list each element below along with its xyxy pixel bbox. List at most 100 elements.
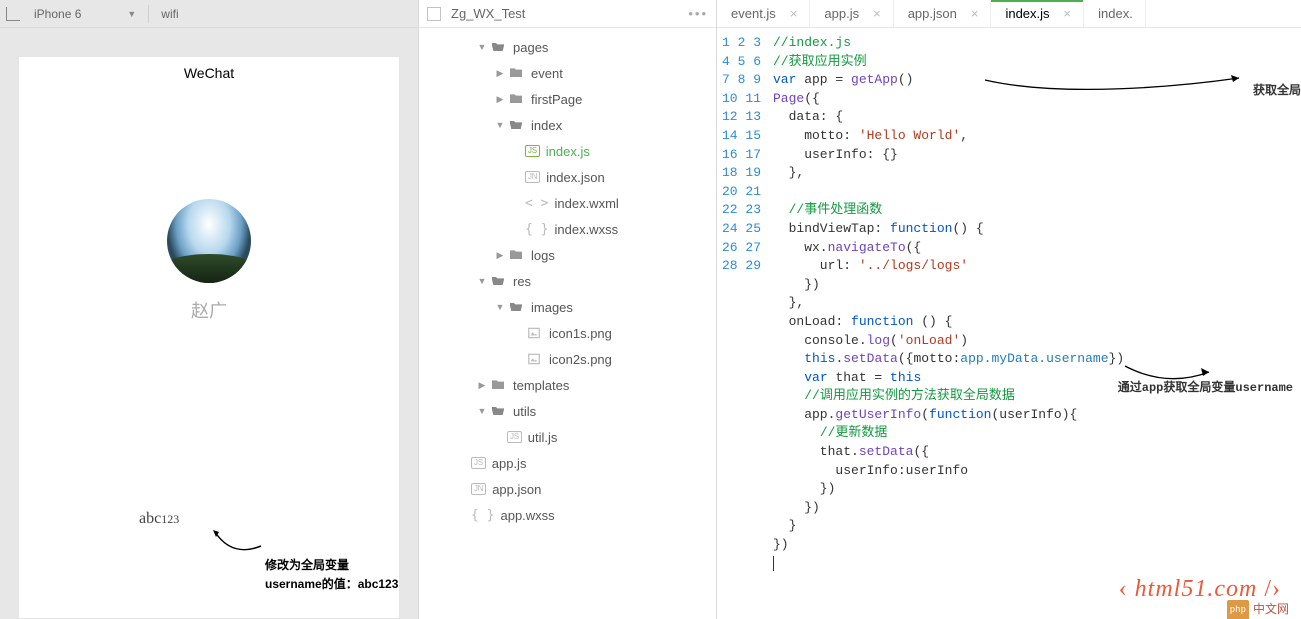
folder-node[interactable]: ▼ pages bbox=[419, 34, 716, 60]
twisty-icon[interactable]: ▼ bbox=[475, 276, 489, 286]
twisty-icon[interactable]: ▶ bbox=[493, 250, 507, 261]
node-label: res bbox=[513, 274, 531, 289]
explorer-header: Zg_WX_Test ••• bbox=[419, 0, 716, 28]
folder-open-icon bbox=[507, 298, 525, 316]
chevron-down-icon: ▼ bbox=[127, 9, 136, 19]
tab-label: index.js bbox=[1005, 6, 1049, 21]
node-label: index bbox=[531, 118, 562, 133]
network-select[interactable]: wifi bbox=[153, 5, 186, 23]
folder-icon bbox=[507, 246, 525, 264]
node-label: app.wxss bbox=[500, 508, 554, 523]
tab-label: app.js bbox=[824, 6, 859, 21]
phone-preview: WeChat 赵广 abc123 修改为全局变量username的值：abc12… bbox=[18, 56, 400, 619]
wxss-icon: { } bbox=[525, 222, 548, 237]
folder-icon bbox=[507, 90, 525, 108]
close-icon[interactable]: × bbox=[1064, 6, 1072, 21]
code-area[interactable]: 1 2 3 4 5 6 7 8 9 10 11 12 13 14 15 16 1… bbox=[717, 28, 1301, 619]
file-node[interactable]: JS app.js bbox=[419, 450, 716, 476]
simulator-panel: iPhone 6 ▼ wifi WeChat 赵广 abc123 修改为全局变量… bbox=[0, 0, 419, 619]
nickname: 赵广 bbox=[19, 297, 399, 323]
twisty-icon[interactable]: ▶ bbox=[493, 68, 507, 79]
editor-tab[interactable]: app.json× bbox=[894, 0, 992, 27]
twisty-icon[interactable]: ▼ bbox=[493, 302, 507, 312]
folder-node[interactable]: ▶ event bbox=[419, 60, 716, 86]
node-label: util.js bbox=[528, 430, 558, 445]
editor-tab[interactable]: event.js × bbox=[717, 0, 810, 27]
separator bbox=[148, 5, 149, 23]
node-label: firstPage bbox=[531, 92, 582, 107]
network-label: wifi bbox=[161, 7, 178, 21]
folder-node[interactable]: ▶ templates bbox=[419, 372, 716, 398]
app-title: WeChat bbox=[19, 57, 399, 89]
close-icon[interactable]: × bbox=[790, 6, 798, 21]
node-label: event bbox=[531, 66, 563, 81]
folder-node[interactable]: ▼ res bbox=[419, 268, 716, 294]
twisty-icon[interactable]: ▶ bbox=[493, 94, 507, 105]
code-lines[interactable]: //index.js //获取应用实例 var app = getApp() P… bbox=[773, 34, 1301, 573]
device-select[interactable]: iPhone 6 ▼ bbox=[26, 5, 144, 23]
file-badge-icon: JS bbox=[525, 145, 540, 157]
twisty-icon[interactable]: ▼ bbox=[475, 406, 489, 416]
file-badge-icon: JN bbox=[525, 171, 540, 183]
node-label: logs bbox=[531, 248, 555, 263]
annotation-arrow-icon bbox=[983, 72, 1243, 96]
file-node[interactable]: JN index.json bbox=[419, 164, 716, 190]
editor-panel: event.js×app.js×app.json×index.js×index.… bbox=[717, 0, 1301, 619]
wxss-icon: { } bbox=[471, 508, 494, 523]
file-node[interactable]: icon1s.png bbox=[419, 320, 716, 346]
file-badge-icon: JS bbox=[507, 431, 522, 443]
twisty-icon[interactable]: ▼ bbox=[475, 42, 489, 52]
file-badge-icon: JS bbox=[471, 457, 486, 469]
project-name: Zg_WX_Test bbox=[451, 6, 525, 21]
avatar[interactable] bbox=[167, 199, 251, 283]
node-label: utils bbox=[513, 404, 536, 419]
tab-label: index. bbox=[1098, 6, 1133, 21]
node-label: pages bbox=[513, 40, 548, 55]
folder-node[interactable]: ▼ index bbox=[419, 112, 716, 138]
node-label: icon1s.png bbox=[549, 326, 612, 341]
twisty-icon[interactable]: ▶ bbox=[475, 380, 489, 391]
simulator-annotation: 修改为全局变量username的值：abc123 bbox=[265, 556, 399, 594]
file-node[interactable]: { } app.wxss bbox=[419, 502, 716, 528]
explorer-icon[interactable] bbox=[427, 7, 441, 21]
node-label: index.js bbox=[546, 144, 590, 159]
node-label: images bbox=[531, 300, 573, 315]
tab-label: event.js bbox=[731, 6, 776, 21]
node-label: app.js bbox=[492, 456, 527, 471]
node-label: index.wxml bbox=[554, 196, 618, 211]
node-label: icon2s.png bbox=[549, 352, 612, 367]
file-node[interactable]: < >index.wxml bbox=[419, 190, 716, 216]
simulator-toolbar: iPhone 6 ▼ wifi bbox=[0, 0, 418, 28]
file-tree: ▼ pages ▶ event ▶ firstPage ▼ index JS index.js JN… bbox=[419, 28, 716, 619]
editor-tab[interactable]: index. bbox=[1084, 0, 1146, 27]
editor-tab[interactable]: app.js × bbox=[810, 0, 893, 27]
folder-node[interactable]: ▼ utils bbox=[419, 398, 716, 424]
node-label: app.json bbox=[492, 482, 541, 497]
device-label: iPhone 6 bbox=[34, 7, 81, 21]
file-node[interactable]: JS index.js bbox=[419, 138, 716, 164]
file-node[interactable]: icon2s.png bbox=[419, 346, 716, 372]
close-icon[interactable]: × bbox=[971, 6, 979, 21]
folder-node[interactable]: ▼ images bbox=[419, 294, 716, 320]
explorer-panel: Zg_WX_Test ••• ▼ pages ▶ event ▶ firstPage ▼ in… bbox=[419, 0, 717, 619]
node-label: index.wxss bbox=[554, 222, 618, 237]
folder-node[interactable]: ▶ logs bbox=[419, 242, 716, 268]
folder-icon bbox=[489, 376, 507, 394]
close-icon[interactable]: × bbox=[873, 6, 881, 21]
code-annotation-1: 获取全局app bbox=[1253, 82, 1301, 101]
folder-node[interactable]: ▶ firstPage bbox=[419, 86, 716, 112]
node-label: templates bbox=[513, 378, 569, 393]
more-icon[interactable]: ••• bbox=[688, 6, 708, 21]
folder-open-icon bbox=[507, 116, 525, 134]
twisty-icon[interactable]: ▼ bbox=[493, 120, 507, 130]
file-node[interactable]: JNapp.json bbox=[419, 476, 716, 502]
folder-open-icon bbox=[489, 272, 507, 290]
file-node[interactable]: { } index.wxss bbox=[419, 216, 716, 242]
crop-icon[interactable] bbox=[6, 7, 20, 21]
node-label: index.json bbox=[546, 170, 605, 185]
annotation-arrow-icon bbox=[1123, 360, 1213, 390]
editor-tab[interactable]: index.js × bbox=[991, 0, 1084, 27]
file-node[interactable]: JS util.js bbox=[419, 424, 716, 450]
folder-open-icon bbox=[489, 402, 507, 420]
code-content[interactable]: //index.js //获取应用实例 var app = getApp() P… bbox=[773, 28, 1301, 619]
